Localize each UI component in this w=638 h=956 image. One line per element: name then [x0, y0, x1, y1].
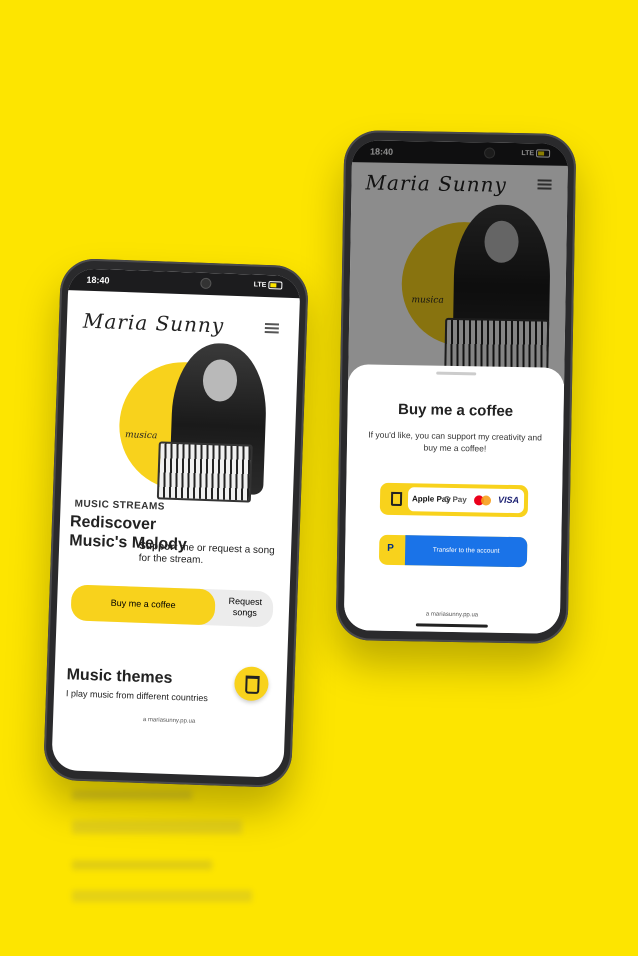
visa-logo: VISA — [497, 494, 520, 506]
transfer-button[interactable]: P Transfer to the account — [378, 534, 528, 568]
modal-overlay[interactable] — [348, 140, 569, 384]
home-indicator — [415, 623, 488, 628]
section-label: MUSIC STREAMS — [74, 498, 166, 513]
paypal-icon: P — [387, 542, 394, 554]
camera-icon — [200, 277, 212, 290]
sheet-text: If you'd like, you can support my creati… — [368, 429, 543, 454]
request-songs-label: Request songs — [228, 595, 263, 618]
status-time: 18:40 — [86, 274, 110, 286]
google-pay-logo: G Pay — [443, 494, 467, 505]
payment-logos: Apple Pay G Pay VISA — [407, 487, 525, 514]
transfer-label-box: Transfer to the account — [404, 535, 528, 568]
phone-reflection — [62, 780, 282, 930]
site-url: a mariasunny.pp.ua — [142, 716, 196, 725]
menu-icon[interactable] — [264, 322, 280, 334]
right-screen: 18:40 LTE Maria Sunny musica Buy me a co… — [343, 140, 569, 634]
coffee-fab[interactable] — [233, 666, 270, 702]
battery-icon — [268, 281, 283, 290]
left-phone: 18:40 LTE Maria Sunny musica MUSIC STREA… — [42, 257, 310, 789]
hero-badge: musica — [124, 430, 158, 442]
support-text: Support me or request a song for the str… — [138, 540, 275, 566]
site-url: a mariasunny.pp.ua — [425, 611, 479, 619]
buy-coffee-label: Buy me a coffee — [110, 597, 176, 611]
sheet-handle[interactable] — [436, 371, 477, 376]
themes-text: I play music from different countries — [65, 688, 208, 704]
site-logo[interactable]: Maria Sunny — [83, 309, 225, 338]
mastercard-logo — [473, 495, 492, 506]
coffee-cup-icon — [390, 491, 403, 507]
buy-coffee-button[interactable]: Buy me a coffee — [70, 584, 216, 626]
coffee-sheet: Buy me a coffee If you'd like, you can s… — [343, 364, 565, 634]
accordion-image — [156, 441, 253, 503]
sheet-title: Buy me a coffee — [397, 400, 514, 420]
status-network: LTE — [254, 281, 283, 290]
payment-methods-button[interactable]: Apple Pay G Pay VISA — [379, 482, 529, 518]
right-phone: 18:40 LTE Maria Sunny musica Buy me a co… — [335, 130, 577, 644]
left-screen: 18:40 LTE Maria Sunny musica MUSIC STREA… — [51, 268, 301, 778]
themes-title: Music themes — [66, 666, 173, 687]
transfer-label: Transfer to the account — [432, 546, 500, 555]
status-bar: 18:40 LTE — [68, 268, 301, 299]
coffee-cup-icon — [245, 675, 260, 695]
